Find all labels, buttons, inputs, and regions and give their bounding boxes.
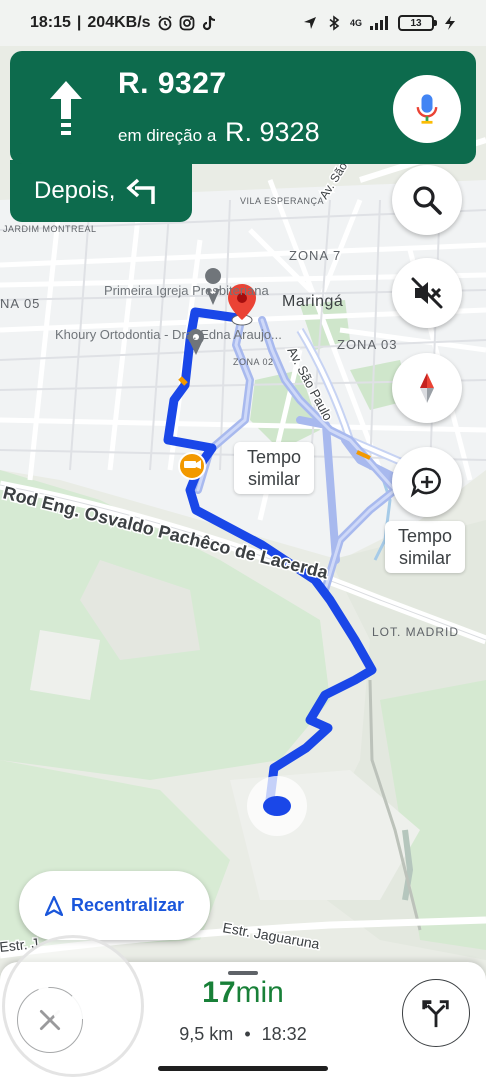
map-label-zona-02: ZONA 02 — [233, 357, 274, 367]
add-report-button[interactable] — [392, 447, 462, 517]
compass-icon — [420, 373, 434, 403]
search-button[interactable] — [392, 165, 462, 235]
arrival-time: 18:32 — [261, 1024, 307, 1044]
eta-unit: min — [235, 976, 284, 1009]
map-label-jardim-montreal: JARDIM MONTREAL — [3, 224, 97, 234]
map-label-vila-esperanca: VILA ESPERANÇA — [240, 196, 325, 206]
voice-search-button[interactable] — [393, 75, 461, 143]
trip-distance: 9,5 km — [179, 1024, 234, 1044]
eta-minutes: 17 — [202, 976, 236, 1009]
then-label: Depois, — [34, 177, 116, 204]
alternate-routes-button[interactable] — [402, 979, 470, 1047]
add-report-icon — [410, 467, 441, 498]
alarm-icon — [158, 15, 172, 31]
location-icon — [303, 17, 316, 29]
navigation-arrow-icon — [44, 895, 63, 916]
speed-camera-icon[interactable] — [178, 452, 206, 480]
overlay-logo — [2, 935, 144, 1077]
route-tag-similar-time-left[interactable]: Tempo similar — [234, 442, 314, 494]
map-label-zona-03: ZONA 03 — [337, 337, 398, 352]
map-label-lot-madrid: LOT. MADRID — [372, 625, 460, 639]
instagram-icon — [179, 15, 194, 31]
current-street: R. 9327 — [118, 67, 227, 100]
mute-button[interactable] — [392, 258, 462, 328]
straight-arrow-icon — [50, 81, 82, 135]
map-label-zona-7: ZONA 7 — [289, 248, 342, 263]
navigation-banner[interactable]: R. 9327 em direção a R. 9328 — [10, 51, 476, 164]
status-time: 18:15 — [30, 14, 71, 31]
trip-separator: • — [244, 1024, 251, 1044]
next-maneuver-box[interactable]: Depois, — [10, 160, 192, 222]
mute-icon — [411, 277, 443, 309]
drag-handle[interactable] — [228, 971, 258, 975]
recenter-button[interactable]: Recentralizar — [19, 871, 210, 940]
battery-level: 13 — [410, 17, 422, 29]
status-bar: 18:15 | 204KB/s 4G 13 — [0, 0, 486, 46]
compass-button[interactable] — [392, 353, 462, 423]
route-tag-similar-time-right[interactable]: Tempo similar — [385, 521, 465, 573]
map-label-zona-05: NA 05 — [0, 296, 41, 311]
towards-label: em direção a — [118, 126, 217, 145]
tiktok-icon — [202, 15, 215, 31]
map-label-church[interactable]: Primeira Igreja Presbiteriana — [104, 283, 269, 299]
logo-icon — [22, 984, 120, 1024]
charging-icon — [445, 16, 455, 30]
recenter-label: Recentralizar — [70, 895, 185, 915]
towards-text: em direção a R. 9328 — [118, 117, 320, 148]
microphone-icon — [416, 94, 438, 124]
signal-icon — [370, 16, 388, 30]
map-label-maringa: Maringá — [282, 293, 344, 310]
map-label-dentist[interactable]: Khoury Ortodontia - Dra. Edna Araujo... — [55, 327, 282, 343]
network-type: 4G — [349, 17, 362, 28]
search-icon — [413, 186, 442, 215]
status-data-speed: 204KB/s — [87, 14, 151, 31]
bluetooth-icon — [329, 15, 340, 31]
battery-icon: 13 — [398, 15, 437, 31]
turn-left-icon — [126, 178, 156, 204]
home-indicator[interactable] — [158, 1066, 328, 1071]
towards-street: R. 9328 — [225, 117, 320, 147]
current-location-marker — [247, 776, 307, 836]
fork-route-icon — [422, 1000, 449, 1028]
